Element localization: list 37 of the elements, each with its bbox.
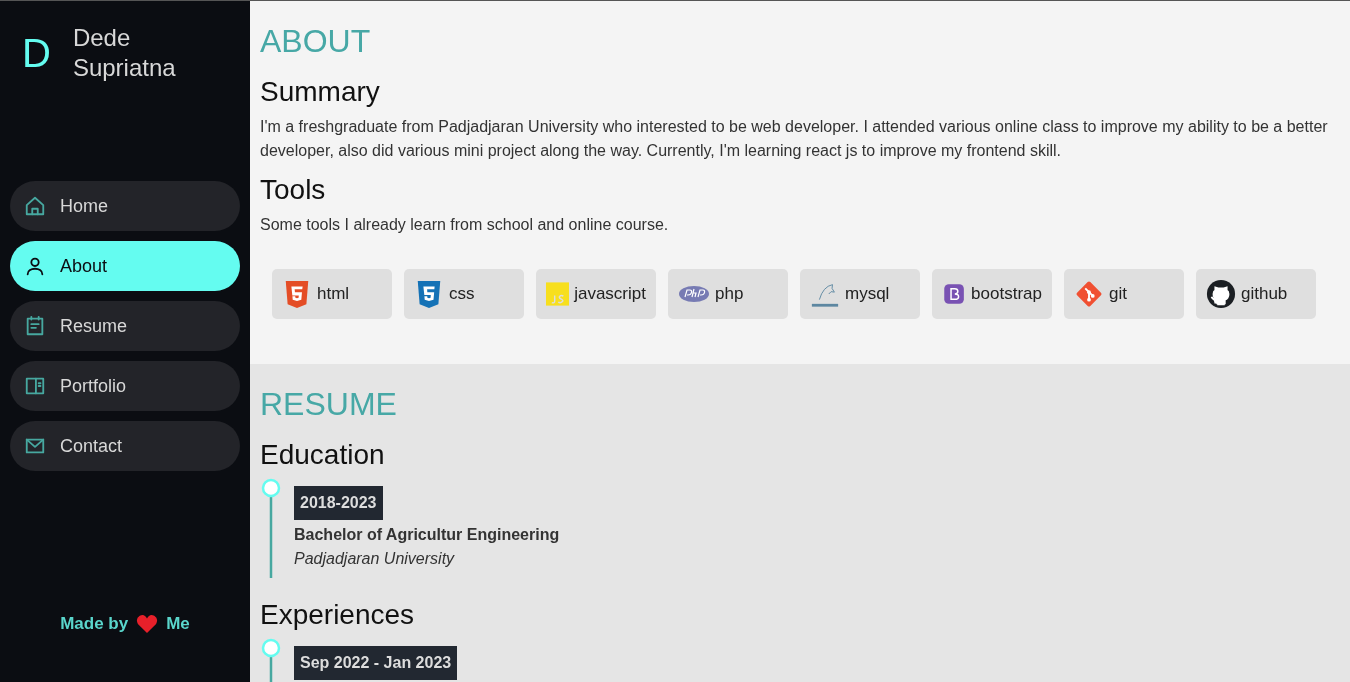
js-square-icon [546,279,570,309]
brand-name: Dede Supriatna [72,23,177,83]
tool-label: mysql [845,284,890,304]
home-icon [24,195,46,217]
calendar-icon [24,315,46,337]
user-icon [24,255,46,277]
tools-heading: Tools [260,173,327,207]
nav-item[interactable]: Portfolio [10,361,240,411]
tool-label: php [715,284,744,304]
summary-heading: Summary [260,75,381,109]
tool-label: git [1109,284,1127,304]
section-title: ABOUT [260,22,372,61]
nav-item[interactable]: Contact [10,421,240,471]
made-by-text: Made by [60,614,129,634]
entry-title: Bachelor of Agricultur Engineering [294,526,560,544]
tool-label: css [449,284,475,304]
nav-item[interactable]: About [10,241,240,291]
date-badge: 2018-2023 [294,486,383,520]
date-badge: Sep 2022 - Jan 2023 [294,646,458,680]
tool-label: html [317,284,350,304]
tools-intro: Some tools I already learn from school and online course. [260,215,670,235]
nav-item[interactable]: Resume [10,301,240,351]
heart-icon [136,614,159,634]
section-title: RESUME [260,385,398,424]
resume-heading: Experiences [260,598,416,632]
php-oval-icon [678,284,710,304]
author-text: Me [166,614,190,634]
github-cat-icon [1206,279,1236,309]
logo-initial: D [22,30,51,77]
tool-label: bootstrap [971,284,1042,304]
resume-heading: Education [260,438,386,472]
nav-item[interactable]: Home [10,181,240,231]
tool-label: javascript [574,284,646,304]
summary-paragraph: I'm a freshgraduate from Padjadjaran University who interested to be web developer. I attended various online class to improve my ability to be a better developer, also did various mini project along the way. Currently, I'm learning react js to improve my frontend skill. [260,117,1329,161]
entry-place: Padjadjaran University [294,550,455,568]
panel-icon [24,375,46,397]
tool-label: github [1241,284,1288,304]
